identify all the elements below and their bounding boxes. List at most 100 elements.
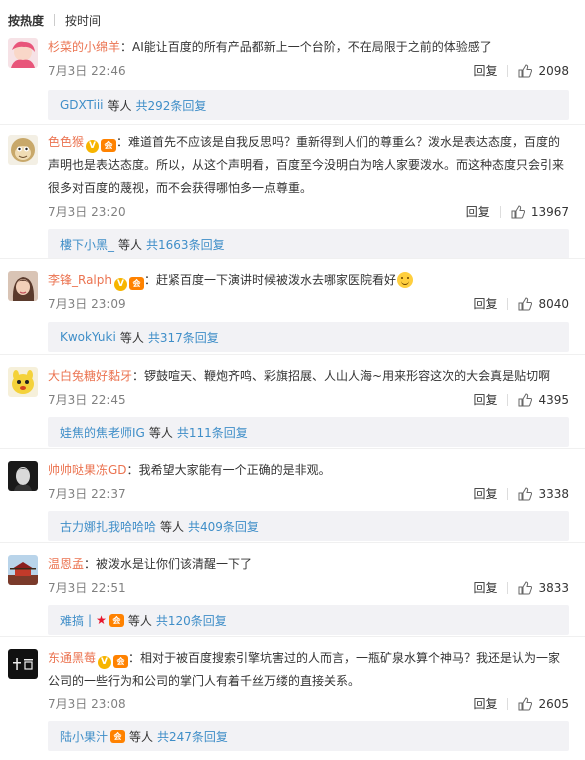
comment-text-line-3: 很多对百度的蔑视，而不会获得哪怕多一点尊重。 [48,181,313,195]
reply-user[interactable]: 古力娜扎我哈哈哈 [60,518,156,535]
action-divider [507,393,509,406]
comment-item: 温恩孟：被泼水是让你们该清醒一下了 7月3日 22:51 回复 3833 难搞 … [0,542,585,637]
like-button[interactable]: 8040 [518,297,569,311]
reply-user[interactable]: 娃焦的焦老师IG [60,424,145,441]
sort-by-time-tab[interactable]: 按时间 [65,12,101,29]
sort-by-hot-tab[interactable]: 按热度 [8,12,44,29]
comment-time: 7月3日 23:08 [48,697,126,711]
reply-user[interactable]: 难搞 [60,612,84,629]
comment-item: 帅帅哒果冻GD：我希望大家能有一个正确的是非观。 7月3日 22:37 回复 3… [0,448,585,543]
reply-mid-text: 等人 [119,330,144,345]
reply-user[interactable]: KwokYuki [60,330,116,344]
comment-text-line-1: 难道首先不应该是自我反思吗？重新得到人们的尊重么？泼水是表达态度，百度的 [128,135,561,149]
reply-mid-text: 等人 [118,237,143,252]
verified-v-icon: V [98,656,112,669]
reply-button[interactable]: 回复 [466,203,490,220]
reply-total-link[interactable]: 共317条回复 [148,329,219,346]
like-button[interactable]: 3833 [518,581,569,595]
action-divider [507,297,509,310]
user-avatar[interactable] [8,135,38,165]
reply-summary[interactable]: 娃焦的焦老师IG 等人 共111条回复 [48,417,569,447]
reply-button[interactable]: 回复 [473,485,497,502]
comment-text: 被泼水是让你们该清醒一下了 [96,557,253,571]
comment-username[interactable]: 色色猴 [48,135,84,149]
user-avatar[interactable] [8,461,38,491]
like-button[interactable]: 4395 [518,393,569,407]
reply-summary[interactable]: 陆小果汁 会 等人 共247条回复 [48,721,569,751]
user-avatar[interactable] [8,367,38,397]
comment-text-line-1: 相对于被百度搜索引擎坑害过的人而言，一瓶矿泉水算个神马？我还是认为一家 [140,651,561,665]
reply-mid-text: 等人 [127,613,152,628]
sort-tabs: 按热度 按时间 [8,11,101,29]
action-divider [507,581,509,594]
colon: ： [128,651,141,665]
comment-username[interactable]: 大白兔糖好黏牙 [48,369,132,383]
reply-total-link[interactable]: 共1663条回复 [146,236,225,253]
action-divider [507,697,509,710]
reply-total-link[interactable]: 共111条回复 [177,424,248,441]
user-avatar[interactable] [8,555,38,585]
reply-user[interactable]: 陆小果汁 [60,728,108,745]
like-button[interactable]: 2605 [518,697,569,711]
colon: ： [84,557,97,571]
comment-username[interactable]: 李锋_Ralph [48,273,112,287]
comment-item: 东通黑莓 V 会：相对于被百度搜索引擎坑害过的人而言，一瓶矿泉水算个神马？我还是认为… [0,636,585,760]
red-star-icon: ★ [96,613,107,627]
vip-icon: 会 [113,655,129,668]
reply-summary[interactable]: 古力娜扎我哈哈哈 等人 共409条回复 [48,511,569,541]
like-count: 2098 [538,63,569,78]
reply-total-link[interactable]: 共292条回复 [136,97,207,114]
comment-item: 色色猴 V 会：难道首先不应该是自我反思吗？重新得到人们的尊重么？泼水是表达态度，百… [0,124,585,259]
reply-mid-text: 等人 [148,425,173,440]
smile-emoji-icon [397,272,414,288]
comment-username[interactable]: 温恩孟 [48,557,84,571]
reply-total-link[interactable]: 共120条回复 [156,612,227,629]
comment-username[interactable]: 东通黑莓 [48,651,96,665]
colon: ： [144,273,157,287]
thumbs-up-icon [518,696,533,710]
like-count: 8040 [538,296,569,311]
like-button[interactable]: 13967 [511,205,569,219]
comment-time: 7月3日 22:37 [48,487,126,501]
reply-button[interactable]: 回复 [473,695,497,712]
action-divider [507,487,509,500]
like-button[interactable]: 3338 [518,487,569,501]
comment-item: 大白兔糖好黏牙：锣鼓喧天、鞭炮齐鸣、彩旗招展、人山人海~用来形容这次的大会真是贴… [0,354,585,449]
vip-icon: 会 [101,139,117,152]
reply-mid-text: 等人 [129,729,154,744]
user-avatar[interactable] [8,38,38,68]
user-avatar[interactable] [8,271,38,301]
reply-button[interactable]: 回复 [473,295,497,312]
reply-button[interactable]: 回复 [473,579,497,596]
user-avatar[interactable] [8,649,38,679]
comment-text: 锣鼓喧天、鞭炮齐鸣、彩旗招展、人山人海~用来形容这次的大会真是贴切啊 [144,369,551,383]
like-count: 13967 [530,204,569,219]
colon: ： [120,40,133,54]
comment-username[interactable]: 帅帅哒果冻GD [48,463,127,477]
reply-summary[interactable]: 樓下小黑_ 等人 共1663条回复 [48,229,569,259]
comment-text: 赶紧百度一下演讲时候被泼水去哪家医院看好 [156,273,397,287]
thumbs-up-icon [518,63,533,77]
reply-total-link[interactable]: 共247条回复 [157,728,228,745]
like-count: 4395 [538,392,569,407]
vip-icon: 会 [110,729,126,743]
vip-icon: 会 [129,277,144,290]
reply-user[interactable]: 樓下小黑_ [60,236,114,253]
reply-mid-text: 等人 [107,98,132,113]
reply-summary[interactable]: 难搞 | ★ 会 等人 共120条回复 [48,605,569,635]
comment-text: 我希望大家能有一个正确的是非观。 [138,463,331,477]
reply-user[interactable]: GDXTiii [60,98,104,112]
comment-username[interactable]: 杉菜的小绵羊 [48,40,120,54]
like-count: 2605 [538,696,569,711]
comment-item: 李锋_Ralph V 会：赶紧百度一下演讲时候被泼水去哪家医院看好 7月3日 23:… [0,258,585,355]
reply-user-separator: | [88,613,93,627]
reply-total-link[interactable]: 共409条回复 [188,518,259,535]
like-button[interactable]: 2098 [518,64,569,78]
reply-summary[interactable]: GDXTiii 等人 共292条回复 [48,90,569,120]
reply-button[interactable]: 回复 [473,62,497,79]
thumbs-up-icon [518,580,533,594]
reply-summary[interactable]: KwokYuki 等人 共317条回复 [48,322,569,352]
thumbs-up-icon [518,392,533,406]
reply-button[interactable]: 回复 [473,391,497,408]
comment-time: 7月3日 23:20 [48,205,126,219]
